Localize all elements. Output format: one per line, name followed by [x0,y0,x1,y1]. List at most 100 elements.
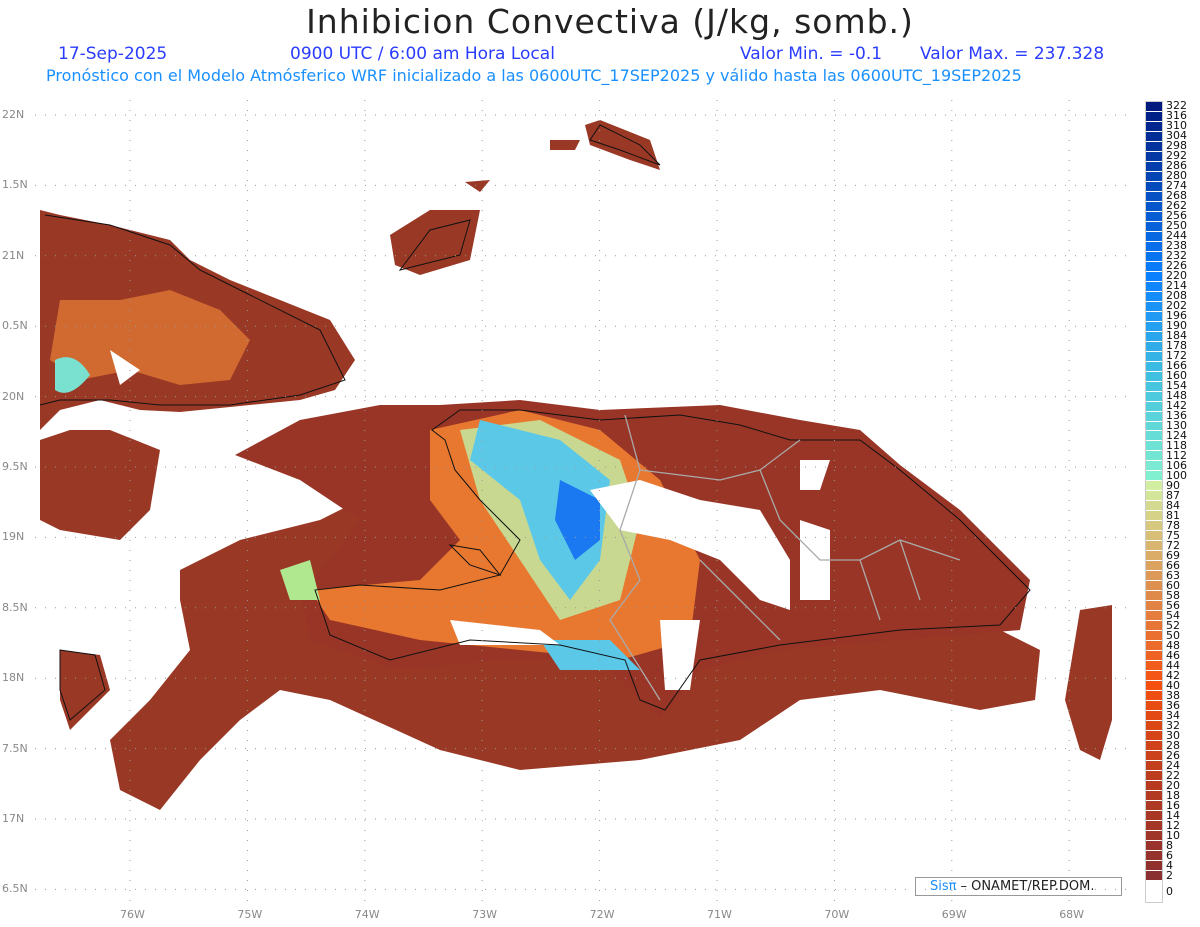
colorbar-labels: 322 316 310 304 298 292 286 280 274 268 262 256 250 2… [1166,100,1187,903]
colorbar-swatch [1146,251,1162,262]
lat-label: 17N [2,812,25,825]
colorbar-swatch [1146,291,1162,302]
colorbar-swatch [1146,301,1162,312]
colorbar-swatch [1146,571,1162,582]
colorbar-swatch [1146,461,1162,472]
colorbar-swatch [1146,102,1162,112]
colorbar-swatch [1146,731,1162,741]
colorbar-swatch [1146,361,1162,372]
colorbar-swatch [1146,321,1162,332]
colorbar-swatch [1146,261,1162,272]
colorbar-swatch [1146,161,1162,172]
lon-label: 76W [120,908,145,921]
colorbar-swatch [1146,411,1162,422]
cuba-south-field [40,430,160,540]
colorbar-swatch [1146,121,1162,132]
colorbar-swatch [1146,741,1162,751]
lon-label: 73W [472,908,498,921]
colorbar-swatch [1146,780,1162,791]
colorbar-swatch [1146,770,1162,781]
lat-label: 19N [2,530,25,544]
lat-label: 6.5N [2,882,28,896]
colorbar-swatch [1146,790,1162,801]
lat-label: 21N [2,248,25,262]
caicos-field [585,120,660,170]
colorbar-swatch [1146,601,1162,612]
colorbar-swatch [1146,750,1162,761]
colorbar-swatch [1146,401,1162,412]
colorbar-swatch [1146,451,1162,462]
lat-label: 7.5N [2,741,28,755]
lat-label: 9.5N [2,460,28,473]
colorbar-swatch [1146,880,1162,902]
lon-label: 72W [589,908,615,921]
lat-label: 1.5N [2,178,28,192]
colorbar [1145,101,1163,903]
colorbar-swatch [1146,521,1162,532]
colorbar-swatch [1146,231,1162,242]
colorbar-swatch [1146,830,1162,841]
colorbar-swatch [1146,341,1162,352]
colorbar-swatch [1146,661,1162,672]
colorbar-swatch [1146,491,1162,502]
lon-label: 75W [237,908,263,921]
credit-text: – ONAMET/REP.DOM. [960,879,1095,894]
colorbar-swatch [1146,501,1162,512]
colorbar-swatch [1146,860,1162,871]
colorbar-swatch [1146,111,1162,122]
colorbar-swatch [1146,651,1162,662]
colorbar-swatch [1146,810,1162,821]
colorbar-swatch [1146,271,1162,282]
colorbar-swatch [1146,591,1162,602]
colorbar-swatch [1146,351,1162,362]
colorbar-swatch [1146,151,1162,162]
colorbar-swatch [1146,431,1162,442]
colorbar-swatch [1146,381,1162,392]
colorbar-swatch [1146,281,1162,292]
lat-label: 0.5N [2,319,28,333]
colorbar-swatch [1146,681,1162,692]
colorbar-swatch [1146,701,1162,712]
colorbar-swatch [1146,611,1162,622]
colorbar-swatch [1146,721,1162,732]
colorbar-swatch [1146,561,1162,572]
colorbar-swatch [1146,171,1162,182]
colorbar-swatch [1146,511,1162,522]
colorbar-swatch [1146,211,1162,222]
colorbar-swatch [1146,541,1162,552]
colorbar-swatch [1146,371,1162,382]
colorbar-swatch [1146,221,1162,232]
colorbar-label: 2 [1166,869,1173,882]
colorbar-swatch [1146,141,1162,152]
colorbar-swatch [1146,191,1162,202]
colorbar-swatch [1146,631,1162,642]
lon-label: 68W [1059,908,1085,921]
lat-label: 18N [2,671,25,685]
colorbar-swatch [1146,181,1162,192]
map-canvas [35,100,1135,905]
lon-label: 71W [707,908,732,921]
colorbar-swatch [1146,311,1162,322]
credit-box: Sisπ – ONAMET/REP.DOM. [915,877,1122,896]
colorbar-swatch [1146,870,1162,881]
colorbar-label: 0 [1166,885,1173,898]
puerto-rico-field [1065,605,1112,760]
colorbar-swatch [1146,241,1162,252]
colorbar-swatch [1146,421,1162,432]
colorbar-swatch [1146,621,1162,632]
lat-label: 22N [2,108,25,121]
colorbar-swatch [1146,481,1162,492]
credit-brand: Sisπ [930,879,957,894]
lon-label: 69W [941,908,967,921]
colorbar-swatch [1146,840,1162,851]
colorbar-swatch [1146,671,1162,682]
colorbar-swatch [1146,391,1162,402]
colorbar-swatch [1146,800,1162,811]
colorbar-swatch [1146,711,1162,722]
colorbar-swatch [1146,691,1162,702]
colorbar-swatch [1146,760,1162,771]
islet-field [465,180,490,192]
islet-field [550,140,580,150]
colorbar-swatch [1146,201,1162,212]
forecast-map-figure: Inhibicion Convectiva (J/kg, somb.) 17-S… [0,0,1200,927]
